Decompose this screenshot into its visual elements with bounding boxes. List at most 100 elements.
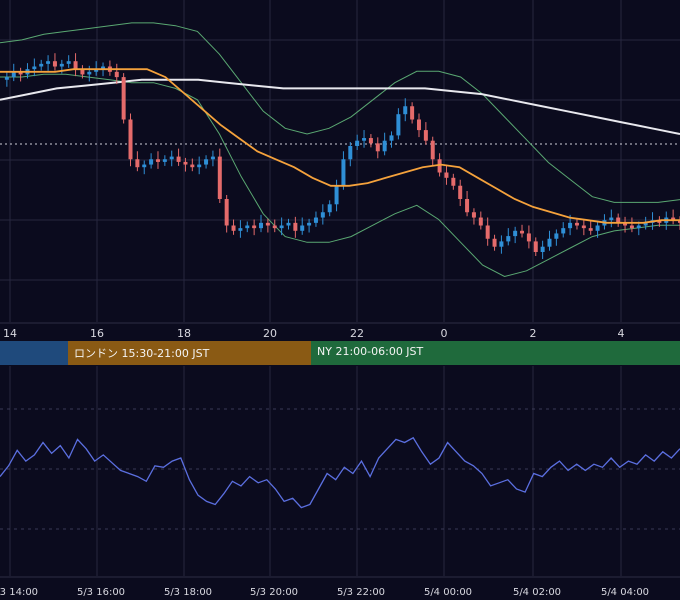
candle-body [574, 222, 579, 226]
candle-body [128, 119, 133, 160]
price-background [0, 0, 680, 340]
price-x-tick-label: 0 [441, 327, 448, 340]
candle-body [142, 164, 147, 168]
candle-body [259, 222, 264, 229]
candle-body [458, 185, 463, 199]
candle-body [114, 71, 119, 78]
candle-body [155, 159, 160, 162]
candle-body [224, 199, 229, 226]
candle-body [231, 225, 236, 231]
candle-body [588, 228, 593, 231]
candle-body [451, 177, 456, 186]
oscillator-x-tick-label: 5/3 14:00 [0, 587, 38, 598]
candle-body [66, 61, 71, 64]
candle-body [636, 225, 641, 229]
candle-body [217, 156, 222, 199]
candle-body [520, 230, 525, 234]
session-london-label: ロンドン 15:30-21:00 JST [74, 347, 210, 360]
session-bar: ロンドン 15:30-21:00 JST NY 21:00-06:00 JST [0, 341, 680, 365]
candle-body [121, 77, 126, 120]
candle-body [327, 204, 332, 213]
candle-body [410, 106, 415, 120]
candle-body [396, 114, 401, 136]
candle-body [300, 225, 305, 231]
candle-body [444, 172, 449, 178]
candle-body [540, 246, 545, 252]
candle-body [341, 159, 346, 186]
trading-chart-window: 14 16 18 20 22 0 2 4 ロンドン 15:30-21:00 JST NY 21… [0, 0, 680, 600]
candle-body [279, 225, 284, 229]
price-x-tick-label: 2 [530, 327, 537, 340]
candle-body [533, 241, 538, 252]
oscillator-background [0, 366, 680, 600]
candle-body [197, 164, 202, 168]
price-x-tick-label: 14 [3, 327, 17, 340]
candle-body [204, 159, 209, 165]
candle-body [73, 61, 78, 70]
candle-body [547, 238, 552, 247]
candle-body [499, 241, 504, 247]
candle-body [190, 164, 195, 168]
candle-body [581, 225, 586, 229]
candle-body [39, 63, 44, 67]
candle-body [46, 61, 51, 64]
candle-body [272, 225, 277, 229]
candle-body [210, 156, 215, 160]
candle-body [252, 225, 257, 229]
candle-body [348, 146, 353, 160]
candle-body [87, 71, 92, 75]
candle-body [506, 236, 511, 242]
candle-body [465, 199, 470, 213]
candle-body [609, 217, 614, 221]
candle-body [382, 140, 387, 152]
candle-body [403, 106, 408, 115]
candle-body [286, 222, 291, 226]
candle-body [471, 212, 476, 218]
candle-body [320, 212, 325, 218]
price-x-tick-label: 4 [618, 327, 625, 340]
session-london-segment: ロンドン 15:30-21:00 JST [68, 341, 311, 365]
candle-body [162, 159, 167, 162]
candle-body [293, 222, 298, 231]
candle-body [4, 77, 9, 80]
oscillator-x-tick-label: 5/3 18:00 [164, 587, 212, 598]
price-x-tick-label: 20 [263, 327, 277, 340]
candle-body [368, 138, 373, 144]
oscillator-chart[interactable]: 5/3 14:00 5/3 16:00 5/3 18:00 5/3 20:00 5/3 … [0, 366, 680, 600]
candle-body [416, 119, 421, 131]
session-ny-segment: NY 21:00-06:00 JST [311, 341, 680, 365]
candle-body [526, 233, 531, 242]
oscillator-x-tick-label: 5/3 16:00 [77, 587, 125, 598]
session-asia-segment [0, 341, 68, 365]
candle-body [307, 222, 312, 226]
price-chart[interactable]: 14 16 18 20 22 0 2 4 [0, 0, 680, 340]
candle-body [59, 63, 64, 67]
candle-body [629, 225, 634, 229]
candle-body [334, 185, 339, 205]
oscillator-x-tick-label: 5/3 22:00 [337, 587, 385, 598]
candle-body [176, 156, 181, 162]
candle-body [423, 130, 428, 141]
candle-body [313, 217, 318, 223]
session-ny-label: NY 21:00-06:00 JST [317, 345, 424, 358]
candle-body [245, 225, 250, 229]
candle-body [238, 228, 243, 231]
oscillator-x-tick-label: 5/4 04:00 [601, 587, 649, 598]
candle-body [52, 61, 57, 67]
candle-body [561, 228, 566, 234]
candle-body [355, 140, 360, 146]
price-x-tick-label: 18 [177, 327, 191, 340]
candle-body [169, 156, 174, 160]
candle-body [375, 143, 380, 152]
candle-body [485, 225, 490, 239]
candle-body [135, 159, 140, 168]
candle-body [183, 161, 188, 165]
oscillator-x-tick-label: 5/4 00:00 [424, 587, 472, 598]
candle-body [595, 225, 600, 231]
price-x-tick-label: 22 [350, 327, 364, 340]
candle-body [149, 159, 154, 165]
candle-body [478, 217, 483, 226]
candle-body [265, 222, 270, 226]
candle-body [492, 238, 497, 247]
candle-body [568, 222, 573, 229]
